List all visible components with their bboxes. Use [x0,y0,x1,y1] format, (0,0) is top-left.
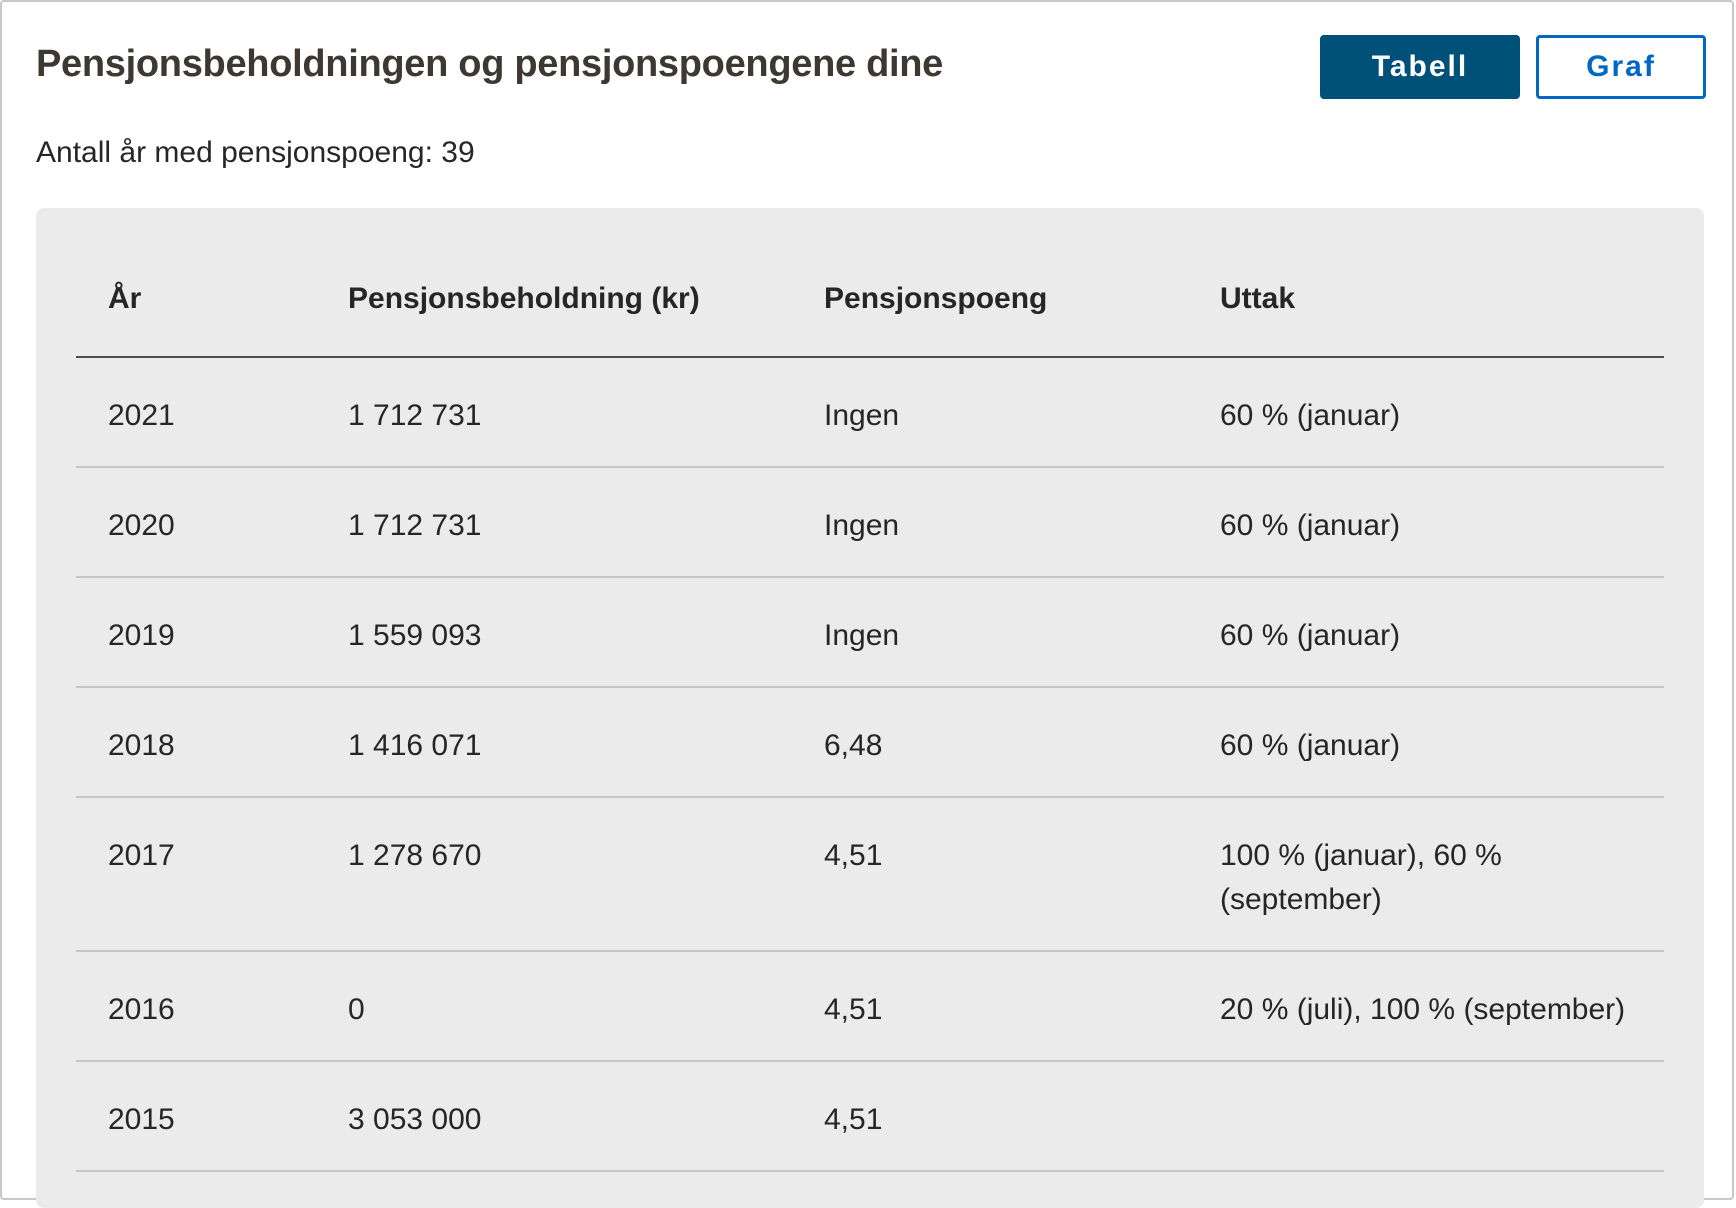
points-years-summary: Antall år med pensjonspoeng: 39 [36,136,475,169]
column-header-points: Pensjonspoeng [824,282,1048,315]
cell-points: 4,51 [824,1103,883,1136]
table-header-row: År Pensjonsbeholdning (kr) Pensjonspoeng… [76,208,1664,358]
cell-withdrawal: 60 % (januar) [1220,509,1401,542]
table-row: 2019 1 559 093 Ingen 60 % (januar) [76,578,1664,688]
graph-view-button[interactable]: Graf [1536,35,1706,99]
cell-holding: 1 559 093 [348,619,482,652]
cell-holding: 0 [348,993,365,1026]
cell-year: 2017 [108,839,175,872]
cell-holding: 1 712 731 [348,399,482,432]
table-row: 2020 1 712 731 Ingen 60 % (januar) [76,468,1664,578]
cell-points: Ingen [824,509,900,542]
cell-holding: 1 416 071 [348,729,482,762]
cell-year: 2015 [108,1103,175,1136]
cell-withdrawal: 60 % (januar) [1220,619,1401,652]
cell-holding: 1 712 731 [348,509,482,542]
table-row: 2015 3 053 000 4,51 [76,1062,1664,1172]
cell-withdrawal: 60 % (januar) [1220,399,1401,432]
column-header-holding: Pensjonsbeholdning (kr) [348,282,700,315]
cell-holding: 1 278 670 [348,839,482,872]
page-title: Pensjonsbeholdningen og pensjonspoengene… [36,43,943,85]
cell-year: 2016 [108,993,175,1026]
column-header-year: År [108,282,142,315]
cell-points: Ingen [824,619,900,652]
table-row: 2021 1 712 731 Ingen 60 % (januar) [76,358,1664,468]
cell-points: 4,51 [824,993,883,1026]
cell-year: 2021 [108,399,175,432]
cell-withdrawal: 100 % (januar), 60 % (september) [1220,839,1502,916]
cell-year: 2018 [108,729,175,762]
table-row: 2016 0 4,51 20 % (juli), 100 % (septembe… [76,952,1664,1062]
view-toggle: Tabell Graf [1320,35,1706,99]
pension-table: År Pensjonsbeholdning (kr) Pensjonspoeng… [36,208,1704,1208]
column-header-withdrawal: Uttak [1220,282,1296,315]
cell-year: 2019 [108,619,175,652]
cell-points: Ingen [824,399,900,432]
cell-withdrawal: 20 % (juli), 100 % (september) [1220,993,1626,1026]
cell-withdrawal: 60 % (januar) [1220,729,1401,762]
cell-year: 2020 [108,509,175,542]
table-row: 2018 1 416 071 6,48 60 % (januar) [76,688,1664,798]
cell-points: 6,48 [824,729,883,762]
cell-points: 4,51 [824,839,883,872]
cell-holding: 3 053 000 [348,1103,482,1136]
table-row: 2017 1 278 670 4,51 100 % (januar), 60 %… [76,798,1664,952]
table-view-button[interactable]: Tabell [1320,35,1520,99]
pension-card: Pensjonsbeholdningen og pensjonspoengene… [0,0,1734,1208]
card-header: Pensjonsbeholdningen og pensjonspoengene… [36,35,1706,101]
